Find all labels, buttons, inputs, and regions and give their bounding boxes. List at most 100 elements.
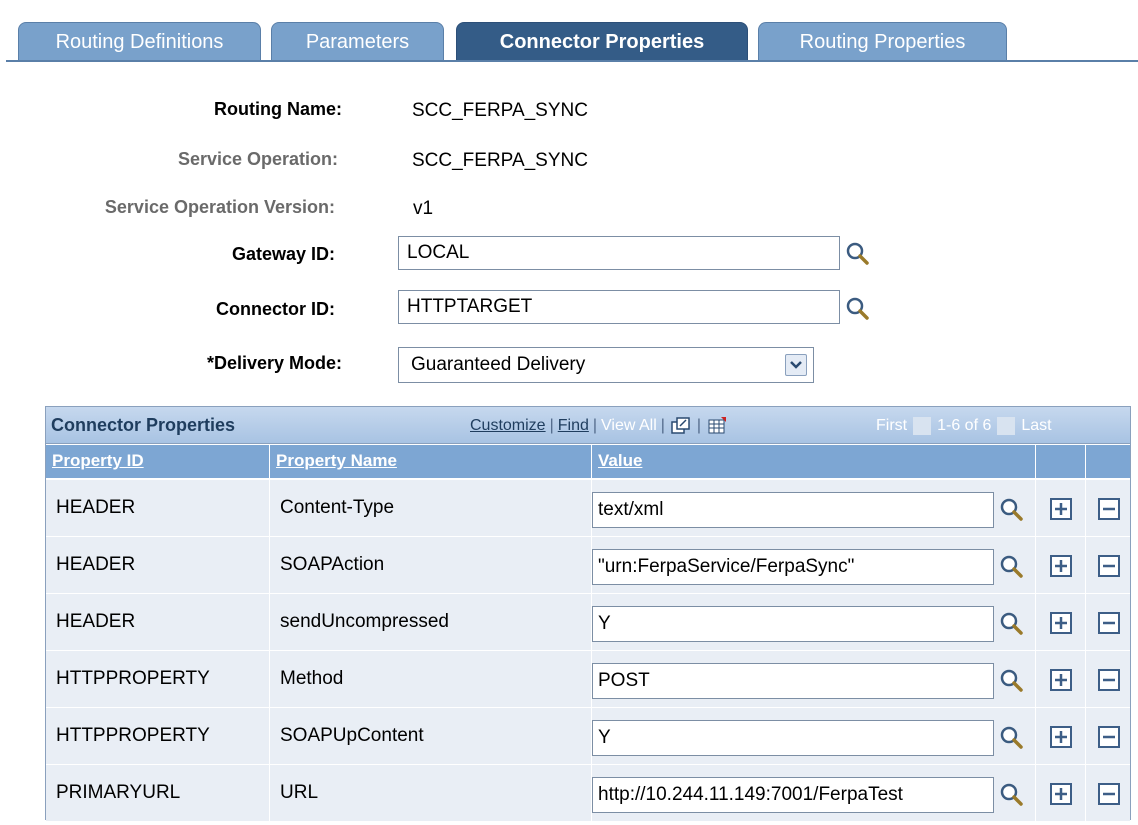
delete-row-button[interactable]	[1098, 669, 1120, 691]
magnifier-icon[interactable]	[999, 554, 1025, 580]
routing-name-label: Routing Name:	[214, 99, 342, 119]
next-arrow-icon	[997, 417, 1016, 435]
nav-separator: |	[660, 417, 665, 434]
service-operation-label: Service Operation:	[177, 149, 338, 169]
grid-nav: Customize | Find | View All | |	[470, 417, 729, 435]
grid-pager: First 1-6 of 6 Last	[876, 417, 1052, 435]
grid-title: Connector Properties	[51, 415, 236, 435]
tab-routing-definitions[interactable]: Routing Definitions	[18, 22, 261, 61]
column-header-value[interactable]: Value	[592, 445, 1036, 478]
property-id-cell: HEADER	[46, 594, 270, 650]
property-name-cell: sendUncompressed	[270, 594, 592, 650]
magnifier-icon[interactable]	[999, 611, 1025, 637]
property-id-cell: HTTPPROPERTY	[46, 651, 270, 707]
gateway-id-lookup-icon[interactable]	[845, 241, 871, 267]
tab-connector-properties[interactable]: Connector Properties	[456, 22, 748, 61]
property-id-cell: HEADER	[46, 537, 270, 593]
gateway-id-label: Gateway ID:	[231, 244, 335, 264]
service-operation-version-label: Service Operation Version:	[104, 197, 335, 217]
plus-icon	[1055, 560, 1067, 572]
delivery-mode-label: *Delivery Mode:	[206, 353, 342, 373]
property-name-cell: Method	[270, 651, 592, 707]
value-input[interactable]	[592, 549, 994, 585]
nav-separator: |	[696, 417, 702, 434]
plus-icon	[1055, 617, 1067, 629]
plus-icon	[1055, 674, 1067, 686]
service-operation-version-value: v1	[413, 198, 434, 219]
magnifier-icon[interactable]	[999, 725, 1025, 751]
magnifier-icon[interactable]	[999, 497, 1025, 523]
column-header-property-name[interactable]: Property Name	[270, 445, 592, 478]
value-input[interactable]	[592, 663, 994, 699]
tab-bar: Routing Definitions Parameters Connector…	[6, 6, 1138, 62]
column-header-delete	[1086, 445, 1130, 478]
first-label: First	[876, 417, 908, 434]
value-input[interactable]	[592, 720, 994, 756]
delete-row-button[interactable]	[1098, 612, 1120, 634]
grid-header: Connector Properties Customize | Find | …	[46, 407, 1130, 444]
property-name-cell: SOAPAction	[270, 537, 592, 593]
spreadsheet-icon[interactable]	[707, 417, 727, 435]
value-input[interactable]	[592, 777, 994, 813]
add-row-button[interactable]	[1050, 669, 1072, 691]
tab-underline	[6, 60, 1138, 62]
connector-properties-grid: Connector Properties Customize | Find | …	[45, 406, 1131, 821]
delete-row-button[interactable]	[1098, 726, 1120, 748]
connector-id-input[interactable]	[398, 290, 840, 324]
page-range: 1-6 of 6	[937, 417, 992, 434]
minus-icon	[1103, 507, 1115, 511]
add-row-button[interactable]	[1050, 726, 1072, 748]
delete-row-button[interactable]	[1098, 783, 1120, 805]
table-row: HEADER SOAPAction	[46, 536, 1130, 593]
add-row-button[interactable]	[1050, 498, 1072, 520]
zoom-grid-icon[interactable]	[671, 417, 691, 435]
add-row-button[interactable]	[1050, 555, 1072, 577]
last-label: Last	[1021, 417, 1052, 434]
view-all-link[interactable]: View All	[601, 417, 657, 435]
connector-id-lookup-icon[interactable]	[845, 296, 871, 322]
column-header-add	[1036, 445, 1086, 478]
minus-icon	[1103, 621, 1115, 625]
table-row: HTTPPROPERTY Method	[46, 650, 1130, 707]
service-operation-value: SCC_FERPA_SYNC	[412, 150, 588, 171]
table-row: PRIMARYURL URL	[46, 764, 1130, 821]
tab-routing-properties[interactable]: Routing Properties	[758, 22, 1007, 61]
gateway-id-input[interactable]	[398, 236, 840, 270]
property-id-cell: HTTPPROPERTY	[46, 708, 270, 764]
property-id-cell: HEADER	[46, 480, 270, 536]
add-row-button[interactable]	[1050, 612, 1072, 634]
table-row: HEADER sendUncompressed	[46, 593, 1130, 650]
table-row: HEADER Content-Type	[46, 479, 1130, 536]
plus-icon	[1055, 731, 1067, 743]
nav-separator: |	[549, 417, 554, 434]
plus-icon	[1055, 503, 1067, 515]
tab-parameters[interactable]: Parameters	[271, 22, 444, 61]
magnifier-icon[interactable]	[999, 782, 1025, 808]
value-input[interactable]	[592, 606, 994, 642]
nav-separator: |	[592, 417, 598, 434]
value-input[interactable]	[592, 492, 994, 528]
add-row-button[interactable]	[1050, 783, 1072, 805]
chevron-down-icon[interactable]	[785, 354, 807, 376]
prev-arrow-icon	[913, 417, 932, 435]
connector-id-label: Connector ID:	[216, 299, 335, 319]
delivery-mode-select[interactable]: Guaranteed Delivery	[398, 347, 814, 383]
find-link[interactable]: Find	[558, 417, 589, 435]
minus-icon	[1103, 678, 1115, 682]
delete-row-button[interactable]	[1098, 555, 1120, 577]
plus-icon	[1055, 788, 1067, 800]
minus-icon	[1103, 735, 1115, 739]
property-name-cell: SOAPUpContent	[270, 708, 592, 764]
table-row: HTTPPROPERTY SOAPUpContent	[46, 707, 1130, 764]
delete-row-button[interactable]	[1098, 498, 1120, 520]
property-name-cell: Content-Type	[270, 480, 592, 536]
customize-link[interactable]: Customize	[470, 417, 546, 435]
minus-icon	[1103, 564, 1115, 568]
column-header-property-id[interactable]: Property ID	[46, 445, 270, 478]
magnifier-icon[interactable]	[999, 668, 1025, 694]
minus-icon	[1103, 792, 1115, 796]
property-name-cell: URL	[270, 765, 592, 821]
delivery-mode-value: Guaranteed Delivery	[411, 354, 586, 375]
routing-name-value: SCC_FERPA_SYNC	[412, 100, 588, 121]
property-id-cell: PRIMARYURL	[46, 765, 270, 821]
